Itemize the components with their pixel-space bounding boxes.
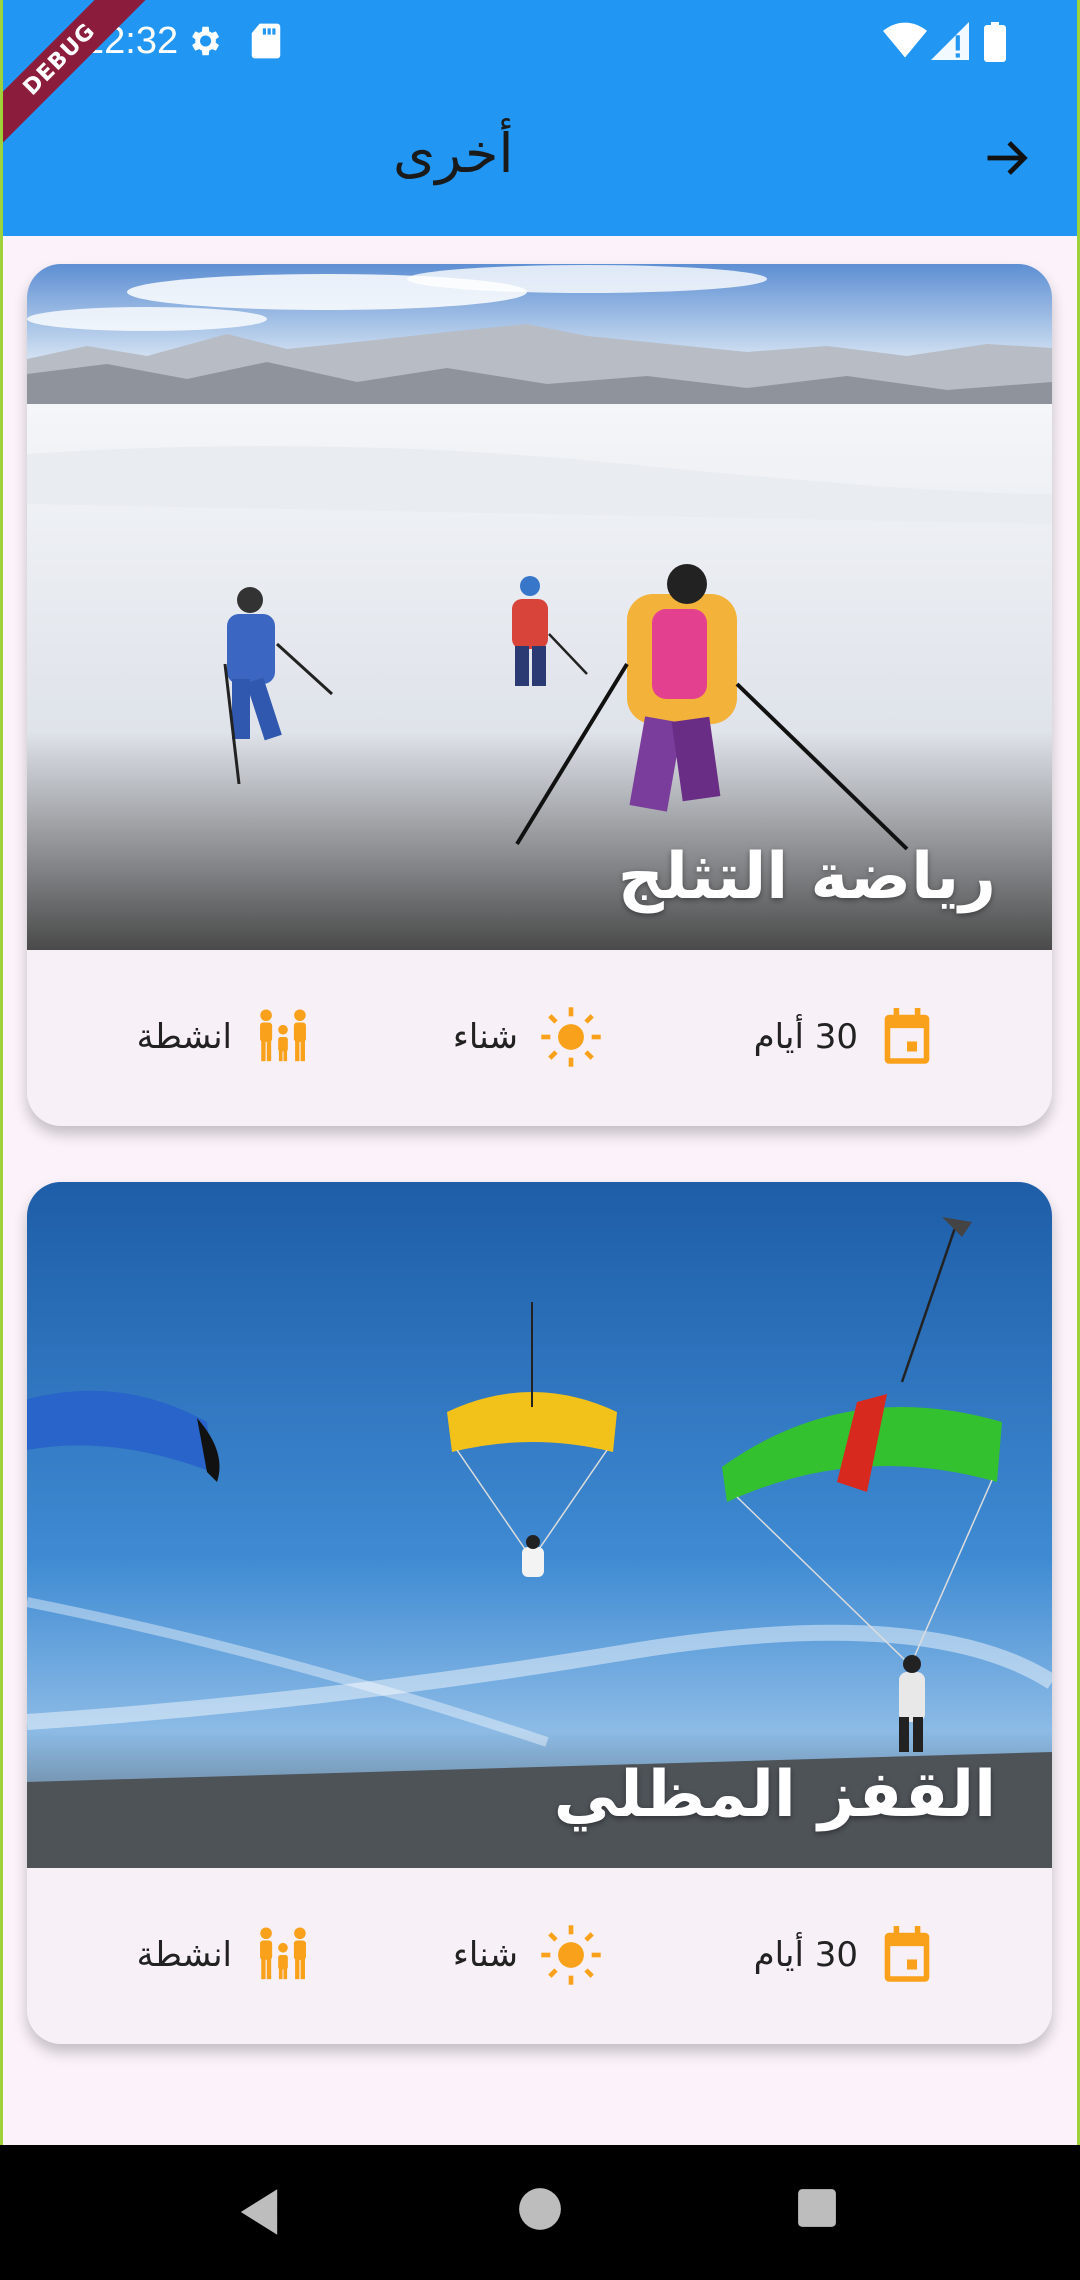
wifi-icon (883, 22, 927, 64)
category-label: انشطة (136, 1017, 232, 1057)
skiing-photo: رياضة التثلج (27, 264, 1052, 950)
battery-icon (983, 22, 1007, 66)
status-bar: 12:32 (3, 0, 1077, 90)
category-label: انشطة (136, 1935, 232, 1975)
activity-card[interactable]: القفز المظلي 30 أيام شناء انشطة (27, 1182, 1052, 2044)
screen: 12:32 DEBUG أخرى رياضة التثلج 30 أيام شن… (3, 0, 1077, 2145)
paragliding-photo: القفز المظلي (27, 1182, 1052, 1868)
category-info: انشطة (137, 1002, 312, 1072)
sun-icon (541, 1925, 601, 1985)
family-icon (260, 1009, 306, 1062)
activity-card[interactable]: رياضة التثلج 30 أيام شناء انشطة (27, 264, 1052, 1126)
card-info-row: 30 أيام شناء انشطة (27, 950, 1052, 1126)
season-label: شناء (452, 1935, 518, 1975)
calendar-icon (884, 1008, 930, 1064)
family-icon (260, 1927, 306, 1980)
home-circle-icon[interactable] (518, 2187, 562, 2235)
season-info: شناء (453, 1002, 602, 1072)
toolbar: أخرى (3, 100, 1077, 236)
card-title: القفز المظلي (553, 1758, 996, 1832)
season-label: شناء (452, 1017, 518, 1057)
category-info: انشطة (137, 1920, 312, 1990)
page-title: أخرى (393, 122, 514, 185)
app-bar: 12:32 DEBUG أخرى (3, 0, 1077, 236)
signal-icon (931, 22, 969, 64)
recents-square-icon[interactable] (796, 2187, 838, 2233)
duration-label: 30 أيام (753, 1935, 858, 1975)
season-info: شناء (453, 1920, 602, 1990)
duration-info: 30 أيام (754, 1920, 934, 1990)
calendar-icon (884, 1926, 930, 1982)
card-info-row: 30 أيام شناء انشطة (27, 1868, 1052, 2044)
duration-label: 30 أيام (753, 1017, 858, 1057)
duration-info: 30 أيام (754, 1002, 934, 1072)
gear-icon (185, 22, 223, 64)
arrow-forward-icon (987, 141, 1028, 175)
back-button[interactable] (977, 128, 1037, 188)
card-title: رياضة التثلج (617, 840, 996, 914)
system-nav-bar (0, 2145, 1080, 2280)
back-triangle-icon[interactable] (236, 2187, 282, 2241)
sun-icon (541, 1007, 601, 1067)
sd-card-icon (249, 22, 283, 64)
